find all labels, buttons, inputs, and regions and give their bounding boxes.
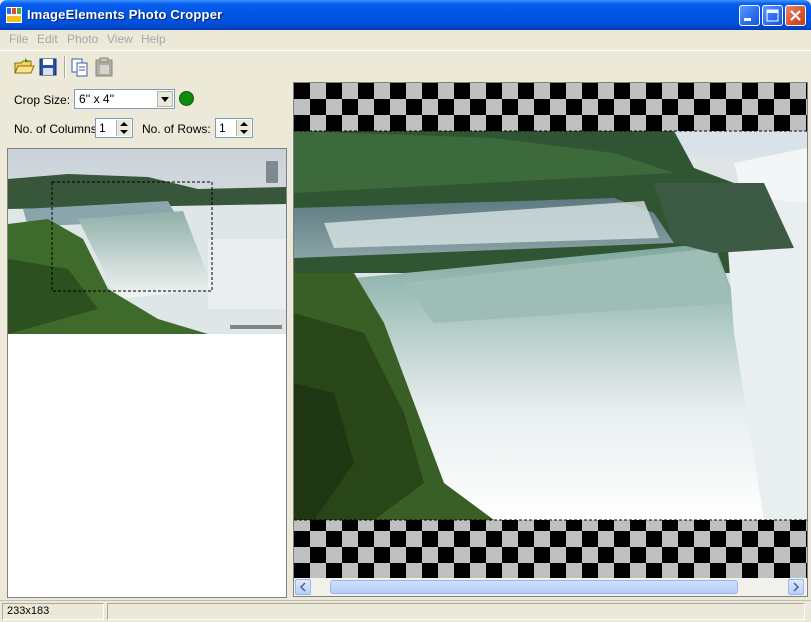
paste-icon[interactable]: [93, 56, 115, 78]
crop-size-dropdown-button[interactable]: [157, 91, 173, 107]
menu-photo[interactable]: Photo: [67, 32, 98, 46]
scroll-left-button[interactable]: [295, 579, 311, 595]
maximize-button[interactable]: [762, 5, 783, 26]
crop-size-dropdown[interactable]: 6'' x 4'': [74, 89, 175, 109]
crop-size-value: 6'' x 4'': [79, 92, 115, 106]
app-window: ImageElements Photo Cropper File Edit Ph…: [0, 0, 811, 622]
scroll-thumb[interactable]: [330, 580, 738, 594]
thumbnail-pane: [7, 148, 287, 598]
open-folder-icon[interactable]: [13, 56, 35, 78]
status-bar: 233x183: [0, 600, 811, 622]
title-bar[interactable]: ImageElements Photo Cropper: [0, 0, 811, 30]
status-indicator-icon: [179, 91, 194, 106]
crop-size-label: Crop Size:: [14, 93, 71, 107]
columns-value: 1: [99, 121, 106, 135]
status-pane-empty: [107, 603, 805, 620]
close-button[interactable]: [785, 5, 806, 26]
menu-file[interactable]: File: [9, 32, 28, 46]
spin-up-down-icon: [240, 122, 248, 134]
toolbar-separator: [64, 56, 66, 78]
columns-stepper[interactable]: 1: [95, 118, 133, 138]
rows-label: No. of Rows:: [142, 122, 211, 136]
scroll-right-button[interactable]: [788, 579, 804, 595]
app-icon: [6, 7, 22, 23]
columns-label: No. of Columns:: [14, 122, 101, 136]
rows-stepper[interactable]: 1: [215, 118, 253, 138]
copy-icon[interactable]: [69, 56, 91, 78]
menu-edit[interactable]: Edit: [37, 32, 58, 46]
crop-settings-panel: Crop Size: 6'' x 4'' No. of Columns: 1 N…: [3, 82, 288, 598]
rows-stepper-buttons[interactable]: [236, 120, 251, 136]
chevron-down-icon: [161, 97, 169, 102]
crop-preview-image[interactable]: [294, 83, 807, 578]
maximize-icon: [766, 9, 779, 22]
columns-stepper-buttons[interactable]: [116, 120, 131, 136]
save-icon[interactable]: [37, 56, 59, 78]
chevron-left-icon: [299, 582, 306, 592]
close-icon: [790, 10, 801, 21]
menu-bar: File Edit Photo View Help: [0, 30, 811, 49]
minimize-icon: [744, 18, 751, 21]
crop-preview-pane: [293, 82, 808, 597]
toolbar: [0, 50, 811, 80]
menu-help[interactable]: Help: [141, 32, 166, 46]
menu-view[interactable]: View: [107, 32, 133, 46]
horizontal-scrollbar[interactable]: [294, 578, 807, 596]
minimize-button[interactable]: [739, 5, 760, 26]
window-title: ImageElements Photo Cropper: [27, 7, 223, 22]
chevron-right-icon: [793, 582, 800, 592]
rows-value: 1: [219, 121, 226, 135]
image-dimensions: 233x183: [7, 605, 50, 617]
spin-up-down-icon: [120, 122, 128, 134]
status-pane-dimensions: 233x183: [2, 603, 104, 620]
thumbnail-image[interactable]: [8, 149, 286, 334]
